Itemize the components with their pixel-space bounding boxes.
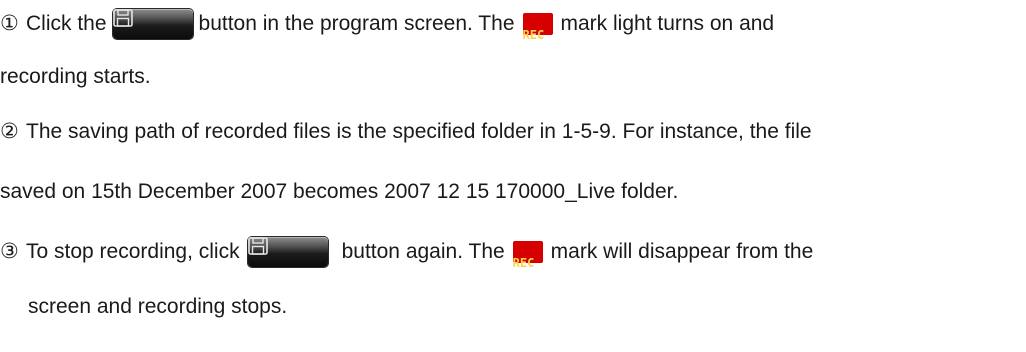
step-2-text-2: saved on 15th December 2007 becomes 2007… xyxy=(0,180,679,203)
step-1-text-after-badge: mark light turns on and xyxy=(560,12,775,35)
step-3-text-before: To stop recording, click xyxy=(26,240,240,263)
step-1-marker: ① xyxy=(0,12,19,35)
step-3-continuation: screen and recording stops. xyxy=(28,295,288,318)
step-2-text-1: The saving path of recorded files is the… xyxy=(26,120,812,143)
rec-mark-icon: REC xyxy=(512,241,543,269)
step-1-text-after-button: button in the program screen. The xyxy=(198,12,515,35)
step-3-marker: ③ xyxy=(0,240,19,263)
step-1-continuation: recording starts. xyxy=(0,65,151,88)
step-1-line: ① Click the button in the program screen… xyxy=(0,4,774,44)
step-3-text-after-badge: mark will disappear from the xyxy=(550,240,814,263)
step-2-line-1: ② The saving path of recorded files is t… xyxy=(0,112,812,152)
stop-record-button xyxy=(247,237,328,267)
rec-mark-label: REC xyxy=(512,256,535,270)
rec-mark-icon: REC xyxy=(522,13,553,41)
step-3-text-after-button: button again. The xyxy=(341,240,505,263)
step-1-continuation-line: recording starts. xyxy=(0,57,151,97)
save-record-button xyxy=(112,9,193,39)
step-1-text-before: Click the xyxy=(26,12,107,35)
step-2-line-2: saved on 15th December 2007 becomes 2007… xyxy=(0,172,678,212)
step-3-continuation-line: screen and recording stops. xyxy=(28,287,287,327)
floppy-disk-icon xyxy=(247,237,268,255)
rec-mark-label: REC xyxy=(522,28,545,42)
step-3-line: ③ To stop recording, click button again.… xyxy=(0,232,813,272)
step-2-marker: ② xyxy=(0,120,19,143)
floppy-disk-icon xyxy=(112,9,133,27)
